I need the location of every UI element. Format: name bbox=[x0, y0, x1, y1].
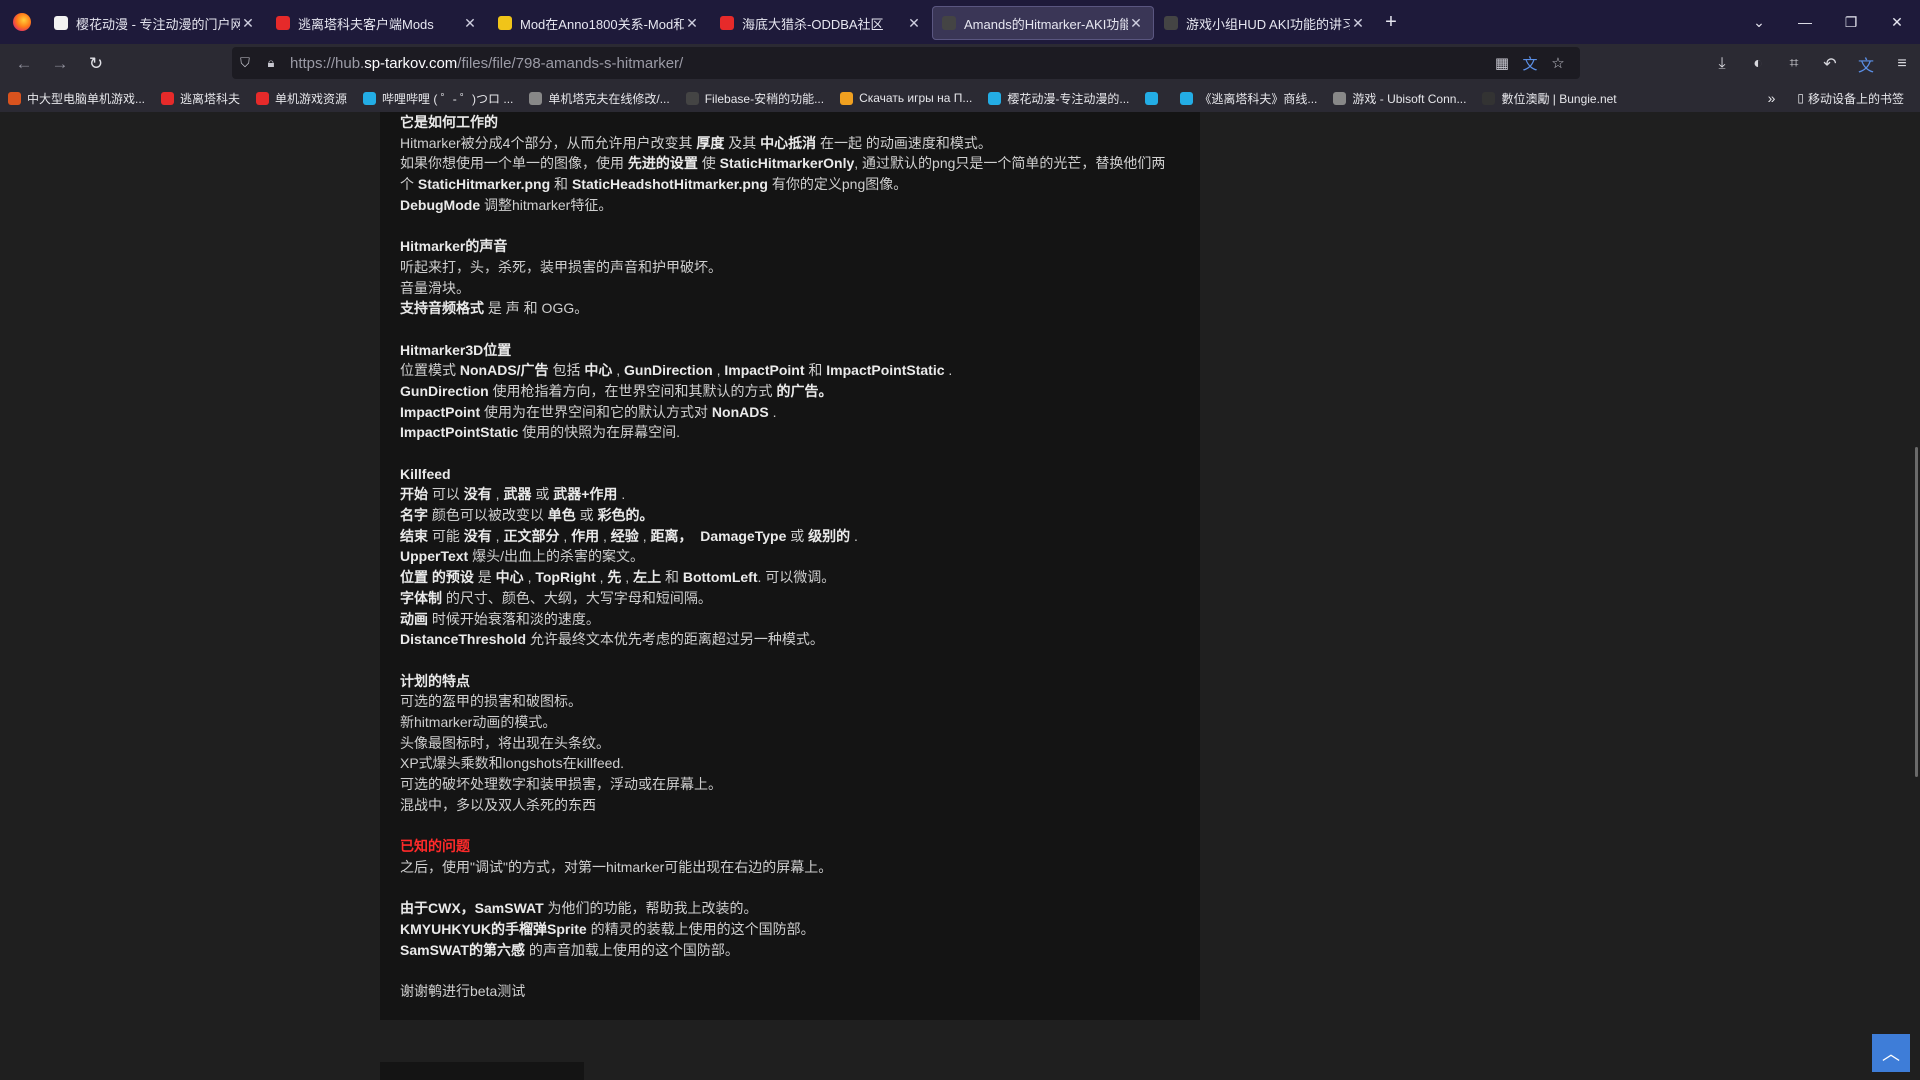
bookmark-favicon-icon bbox=[1333, 91, 1347, 105]
more-bookmarks-chevron-icon[interactable]: » bbox=[1768, 90, 1776, 106]
section-heading-planned-features: 计划的特点 bbox=[400, 672, 470, 689]
section-heading-known-issues: 已知的问题 bbox=[400, 838, 470, 855]
account-icon[interactable]: ◐ bbox=[1740, 55, 1776, 73]
tab-favicon-icon bbox=[942, 16, 956, 30]
forward-button[interactable]: → bbox=[42, 54, 78, 74]
close-tab-icon[interactable]: ✕ bbox=[240, 15, 256, 32]
bookmark-label: 游戏 - Ubisoft Conn... bbox=[1352, 91, 1467, 106]
reload-button[interactable]: ↻ bbox=[78, 54, 114, 74]
address-bar[interactable]: ⛉ 🔒︎ https://hub.sp-tarkov.com/files/fil… bbox=[232, 47, 1580, 79]
tab-favicon-icon bbox=[1164, 16, 1178, 30]
bookmark-item[interactable]: Скачать игры на П... bbox=[832, 91, 980, 105]
bookmark-label: 數位澳勵 | Bungie.net bbox=[1501, 91, 1617, 106]
close-window-button[interactable]: ✕ bbox=[1874, 14, 1920, 31]
bookmark-label: 《逃离塔科夫》商线... bbox=[1199, 91, 1318, 106]
bookmark-favicon-icon bbox=[1482, 91, 1496, 105]
browser-tab[interactable]: 海底大猎杀-ODDBA社区 ✕ bbox=[710, 6, 932, 40]
bookmark-item[interactable]: 中大型电脑单机游戏... bbox=[0, 90, 153, 107]
new-tab-button[interactable]: + bbox=[1376, 11, 1406, 34]
bookmark-item[interactable]: 數位澳勵 | Bungie.net bbox=[1474, 90, 1624, 107]
section-heading-hitmarker-3d-position: Hitmarker3D位置 bbox=[400, 341, 512, 358]
bookmarks-toolbar: 中大型电脑单机游戏... 逃离塔科夫 单机游戏资源 哔哩哔哩 ( ゜- ゜)つロ ..… bbox=[0, 84, 1920, 112]
bookmark-label: 单机塔克夫在线修改/... bbox=[548, 91, 670, 106]
bookmark-favicon-icon bbox=[1180, 91, 1194, 105]
firefox-logo-icon[interactable] bbox=[0, 0, 44, 44]
bookmark-label: 单机游戏资源 bbox=[275, 91, 348, 106]
navigation-toolbar: ← → ↻ ⛉ 🔒︎ https://hub.sp-tarkov.com/fil… bbox=[0, 44, 1920, 84]
bookmark-label: Скачать игры на П... bbox=[859, 91, 973, 105]
bookmark-label: Filebase-安稍的功能... bbox=[704, 91, 825, 106]
section-heading-killfeed: Killfeed bbox=[400, 465, 451, 482]
back-to-top-button[interactable]: ︿ bbox=[1872, 1034, 1910, 1072]
bookmark-star-icon[interactable]: ☆ bbox=[1544, 54, 1572, 72]
undo-arrow-icon[interactable]: ↶ bbox=[1812, 54, 1848, 74]
browser-tab[interactable]: 逃离塔科夫客户端Mods ✕ bbox=[266, 6, 488, 40]
minimize-button[interactable]: — bbox=[1782, 14, 1828, 30]
close-tab-icon[interactable]: ✕ bbox=[906, 15, 922, 32]
bookmark-label: 中大型电脑单机游戏... bbox=[27, 91, 146, 106]
restore-button[interactable]: ❐ bbox=[1828, 14, 1874, 31]
tab-favicon-icon bbox=[276, 16, 290, 30]
bookmark-favicon-icon bbox=[363, 91, 377, 105]
page-scrollbar[interactable] bbox=[1915, 447, 1918, 777]
back-button[interactable]: ← bbox=[6, 54, 42, 74]
tab-title: Amands的Hitmarker-AKI功能 bbox=[964, 16, 1128, 32]
bookmark-favicon-icon bbox=[161, 91, 175, 105]
browser-tab[interactable]: 游戏小组HUD AKI功能的讲习班 ✕ bbox=[1154, 6, 1376, 40]
downloads-icon[interactable]: ⤓ bbox=[1704, 55, 1740, 73]
translate-icon[interactable]: 文 bbox=[1516, 53, 1544, 74]
bookmark-item[interactable]: 《逃离塔科夫》商线... bbox=[1172, 90, 1325, 107]
bookmark-item[interactable]: 逃离塔科夫 bbox=[153, 90, 248, 107]
bookmark-item[interactable]: 单机游戏资源 bbox=[248, 90, 355, 107]
shield-icon[interactable]: ⛉ bbox=[232, 55, 258, 71]
bookmark-label: 樱花动漫-专注动漫的... bbox=[1007, 91, 1130, 106]
bookmark-favicon-icon bbox=[840, 91, 854, 105]
screenshot-crop-icon[interactable]: ⌗ bbox=[1776, 55, 1812, 73]
bookmark-label: 逃离塔科夫 bbox=[180, 91, 241, 106]
close-tab-icon[interactable]: ✕ bbox=[684, 15, 700, 32]
description-text: 它是如何工作的 Hitmarker被分成4个部分，从而允许用户改变其 厚度 及其… bbox=[400, 114, 1166, 999]
tab-favicon-icon bbox=[54, 16, 68, 30]
close-tab-icon[interactable]: ✕ bbox=[462, 15, 478, 32]
bookmark-item[interactable]: 单机塔克夫在线修改/... bbox=[521, 90, 677, 107]
close-tab-icon[interactable]: ✕ bbox=[1128, 15, 1144, 32]
bookmark-favicon-icon bbox=[529, 91, 543, 105]
browser-tab[interactable]: 樱花动漫 - 专注动漫的门户网站 ✕ bbox=[44, 6, 266, 40]
bookmark-item[interactable]: 樱花动漫-专注动漫的... bbox=[980, 90, 1137, 107]
url-text[interactable]: https://hub.sp-tarkov.com/files/file/798… bbox=[290, 55, 683, 72]
translate-extension-icon[interactable]: 文 bbox=[1848, 52, 1884, 76]
page-viewport: 它是如何工作的 Hitmarker被分成4个部分，从而允许用户改变其 厚度 及其… bbox=[0, 112, 1920, 1080]
bookmark-favicon-icon bbox=[988, 91, 1002, 105]
bookmark-label: 哔哩哔哩 ( ゜- ゜)つロ ... bbox=[382, 91, 514, 106]
tab-title: Mod在Anno1800关系-Mod和 bbox=[520, 16, 684, 32]
section-heading-hitmarker-sounds: Hitmarker的声音 bbox=[400, 238, 508, 255]
bookmark-item[interactable] bbox=[1137, 91, 1172, 105]
bookmark-favicon-icon bbox=[685, 91, 699, 105]
tab-title: 海底大猎杀-ODDBA社区 bbox=[742, 16, 884, 32]
browser-tab[interactable]: Mod在Anno1800关系-Mod和 ✕ bbox=[488, 6, 710, 40]
bookmark-favicon-icon bbox=[256, 91, 270, 105]
tab-favicon-icon bbox=[498, 16, 512, 30]
bookmark-item[interactable]: 游戏 - Ubisoft Conn... bbox=[1325, 90, 1474, 107]
section-heading-how-it-works: 它是如何工作的 bbox=[400, 114, 498, 130]
phone-icon: ▯ bbox=[1797, 91, 1804, 105]
tab-title: 游戏小组HUD AKI功能的讲习班 bbox=[1186, 16, 1350, 32]
close-tab-icon[interactable]: ✕ bbox=[1350, 15, 1366, 32]
chevron-up-icon: ︿ bbox=[1882, 1044, 1900, 1064]
tab-title: 樱花动漫 - 专注动漫的门户网站 bbox=[76, 16, 240, 32]
next-card-stub bbox=[380, 1062, 584, 1080]
qr-code-icon[interactable]: ▦ bbox=[1488, 54, 1516, 72]
list-all-tabs-chevron-icon[interactable]: ⌄ bbox=[1736, 14, 1782, 31]
lock-icon[interactable]: 🔒︎ bbox=[258, 55, 284, 71]
mobile-bookmarks[interactable]: ▯ 移动设备上的书签 bbox=[1789, 90, 1912, 107]
bookmark-favicon-icon bbox=[1145, 91, 1159, 105]
bookmark-item[interactable]: Filebase-安稍的功能... bbox=[678, 90, 832, 107]
menu-hamburger-icon[interactable]: ≡ bbox=[1884, 55, 1920, 73]
tab-favicon-icon bbox=[720, 16, 734, 30]
bookmark-item[interactable]: 哔哩哔哩 ( ゜- ゜)つロ ... bbox=[355, 90, 521, 107]
bookmark-favicon-icon bbox=[8, 91, 21, 105]
tab-strip: 樱花动漫 - 专注动漫的门户网站 ✕ 逃离塔科夫客户端Mods ✕ Mod在Anno18… bbox=[0, 0, 1920, 44]
tab-title: 逃离塔科夫客户端Mods bbox=[298, 16, 434, 32]
browser-tab[interactable]: Amands的Hitmarker-AKI功能 ✕ bbox=[932, 6, 1154, 40]
